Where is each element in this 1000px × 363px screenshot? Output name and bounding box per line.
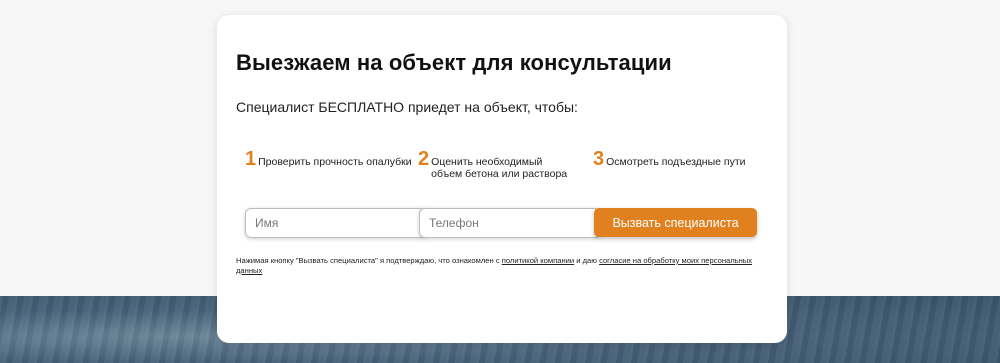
consultation-card: Выезжаем на объект для консультации Спец… <box>217 15 787 343</box>
card-title: Выезжаем на объект для консультации <box>236 50 672 75</box>
consent-middle: и даю <box>574 256 600 265</box>
step-2: 2 Оценить необходимый объем бетона или р… <box>418 149 571 180</box>
consent-text: Нажимая кнопку "Вызвать специалиста" я п… <box>236 256 756 276</box>
consent-prefix: Нажимая кнопку "Вызвать специалиста" я п… <box>236 256 502 265</box>
step-number: 1 <box>245 148 257 170</box>
policy-link[interactable]: политикой компании <box>502 256 574 265</box>
step-number: 3 <box>593 148 605 170</box>
step-1: 1 Проверить прочность опалубки <box>245 149 412 169</box>
step-text: Оценить необходимый объем бетона или рас… <box>431 156 568 180</box>
name-input[interactable] <box>245 208 427 238</box>
step-3: 3 Осмотреть подъездные пути <box>593 149 746 169</box>
call-specialist-button[interactable]: Вызвать специалиста <box>594 208 757 237</box>
phone-input[interactable] <box>419 208 601 238</box>
step-number: 2 <box>418 148 430 170</box>
step-text: Проверить прочность опалубки <box>258 156 412 168</box>
step-text: Осмотреть подъездные пути <box>606 156 746 168</box>
card-subtitle: Специалист БЕСПЛАТНО приедет на объект, … <box>236 99 578 115</box>
